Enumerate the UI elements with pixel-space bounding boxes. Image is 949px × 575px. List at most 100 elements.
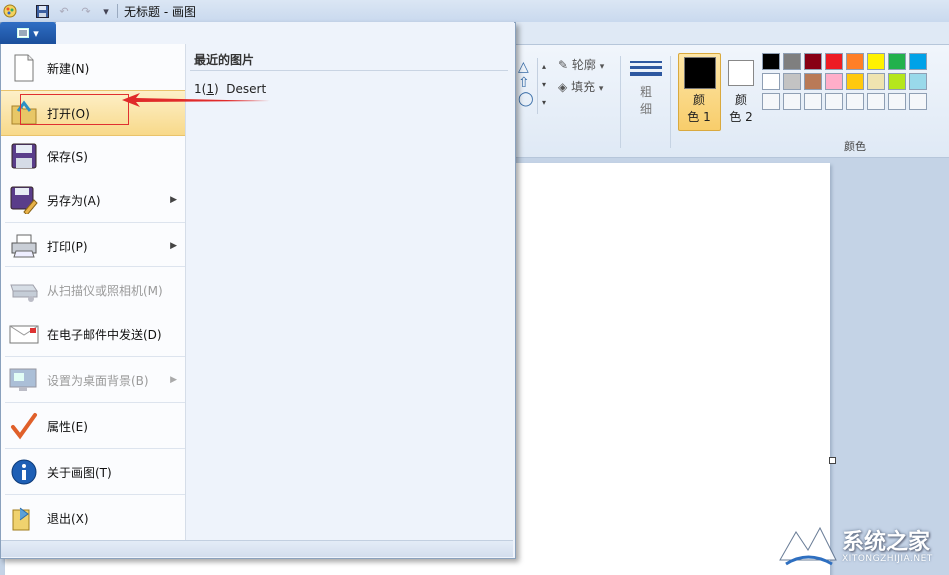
ribbon-divider — [670, 56, 671, 148]
outline-icon: ✎ — [558, 58, 569, 72]
watermark-subtext: XITONGZHIJIA.NET — [842, 554, 933, 564]
color2-label-bottom: 色 2 — [729, 110, 753, 124]
palette-color-swatch[interactable] — [846, 53, 864, 70]
menu-icon — [17, 28, 30, 38]
ribbon-divider — [620, 56, 621, 148]
outline-button[interactable]: ✎ 轮廓 ▾ — [558, 56, 604, 73]
palette-color-swatch[interactable] — [825, 73, 843, 90]
color1-label-bottom: 色 1 — [687, 110, 711, 124]
palette-color-swatch[interactable] — [909, 53, 927, 70]
palette-color-swatch[interactable] — [909, 73, 927, 90]
size-label-top: 粗 — [639, 85, 652, 99]
fill-label: 填充 — [571, 80, 596, 94]
size-button[interactable]: 粗 细 — [630, 58, 662, 118]
menu-item-new[interactable]: 新建(N) — [1, 46, 185, 90]
color1-swatch — [684, 57, 716, 89]
menu-item-save-as[interactable]: 另存为(A) ▶ — [1, 178, 185, 222]
new-file-icon — [9, 53, 39, 83]
menu-item-about[interactable]: 关于画图(T) — [1, 450, 185, 494]
palette-color-swatch[interactable] — [804, 53, 822, 70]
triangle-shape-icon[interactable]: △ — [518, 60, 534, 74]
submenu-arrow-icon: ▶ — [170, 195, 177, 205]
fill-bucket-icon: ◈ — [558, 80, 568, 94]
size-line-medium — [630, 66, 662, 69]
palette-color-swatch[interactable] — [762, 53, 780, 70]
scanner-icon — [9, 275, 39, 305]
palette-color-swatch[interactable] — [762, 93, 780, 110]
size-line-thin — [630, 61, 662, 63]
color2-button[interactable] — [728, 60, 754, 86]
window-title: 无标题 - 画图 — [124, 5, 196, 19]
info-icon — [9, 457, 39, 487]
recent-title-divider — [190, 70, 508, 71]
chevron-down-icon: ▾ — [599, 62, 605, 72]
fill-button[interactable]: ◈ 填充 ▾ — [558, 78, 603, 95]
menu-item-label: 在电子邮件中发送(D) — [47, 327, 162, 342]
palette-color-swatch[interactable] — [846, 93, 864, 110]
chevron-down-icon: ▾ — [598, 84, 604, 94]
save-disk-icon — [9, 141, 39, 171]
palette-color-swatch[interactable] — [867, 73, 885, 90]
palette-color-swatch[interactable] — [783, 53, 801, 70]
menu-item-save[interactable]: 保存(S) — [1, 134, 185, 178]
palette-color-swatch[interactable] — [804, 93, 822, 110]
color1-label-top: 颜 — [692, 93, 705, 107]
palette-color-swatch[interactable] — [783, 93, 801, 110]
palette-color-swatch[interactable] — [909, 93, 927, 110]
recent-pictures-panel — [186, 44, 513, 540]
paint-menu-button-active[interactable]: ▾ — [0, 22, 56, 44]
recent-pictures-title: 最近的图片 — [194, 53, 255, 67]
canvas-resize-handle[interactable] — [829, 457, 836, 464]
undo-icon[interactable]: ↶ — [56, 3, 72, 19]
menu-separator — [5, 266, 185, 267]
menu-item-properties[interactable]: 属性(E) — [1, 404, 185, 448]
menu-item-label: 从扫描仪或照相机(M) — [47, 283, 163, 298]
lasso-shape-icon[interactable]: ◯ — [518, 92, 534, 106]
app-menu-header — [56, 22, 514, 44]
palette-color-swatch[interactable] — [846, 73, 864, 90]
palette-row — [762, 93, 949, 110]
palette-color-swatch[interactable] — [783, 73, 801, 90]
palette-color-swatch[interactable] — [825, 53, 843, 70]
palette-color-swatch[interactable] — [888, 93, 906, 110]
size-label-bottom: 细 — [639, 102, 652, 116]
color2-label-top: 颜 — [734, 93, 747, 107]
menu-item-exit[interactable]: 退出(X) — [1, 496, 185, 540]
menu-item-set-desktop-background: 设置为桌面背景(B) ▶ — [1, 358, 185, 402]
menu-item-label: 关于画图(T) — [47, 465, 112, 480]
palette-color-swatch[interactable] — [888, 53, 906, 70]
paint-app-icon[interactable] — [2, 3, 18, 19]
watermark-logo-icon — [779, 526, 837, 566]
title-separator — [117, 4, 118, 18]
palette-color-swatch[interactable] — [762, 73, 780, 90]
customize-quick-access-icon[interactable]: ▾ — [98, 3, 114, 19]
quick-save-icon[interactable] — [34, 3, 50, 19]
desktop-background-icon — [9, 365, 39, 395]
menu-item-label: 退出(X) — [47, 511, 89, 526]
palette-color-swatch[interactable] — [804, 73, 822, 90]
menu-item-label: 保存(S) — [47, 149, 88, 164]
menu-item-send-email[interactable]: 在电子邮件中发送(D) — [1, 312, 185, 356]
scroll-down-icon[interactable]: ▾ — [538, 76, 550, 94]
scroll-up-icon[interactable]: ▴ — [538, 58, 550, 76]
watermark: 系统之家 XITONGZHIJIA.NET — [772, 518, 949, 575]
palette-color-swatch[interactable] — [867, 93, 885, 110]
outline-label: 轮廓 — [571, 58, 596, 72]
arrow-up-shape-icon[interactable]: ⇧ — [518, 76, 534, 90]
menu-footer — [1, 540, 513, 557]
chevron-down-icon: ▾ — [33, 26, 39, 40]
palette-color-swatch[interactable] — [825, 93, 843, 110]
menu-separator — [5, 402, 185, 403]
menu-item-label: 打印(P) — [47, 239, 88, 254]
printer-icon — [9, 231, 39, 261]
shapes-scroll[interactable]: ▴ ▾ ▾ — [537, 58, 550, 114]
scroll-more-icon[interactable]: ▾ — [538, 94, 550, 112]
color-palette — [762, 53, 949, 113]
palette-color-swatch[interactable] — [888, 73, 906, 90]
menu-item-print[interactable]: 打印(P) ▶ — [1, 224, 185, 268]
menu-item-label: 新建(N) — [47, 61, 90, 76]
palette-row — [762, 53, 949, 70]
redo-icon[interactable]: ↷ — [78, 3, 94, 19]
palette-color-swatch[interactable] — [867, 53, 885, 70]
submenu-arrow-icon: ▶ — [170, 241, 177, 251]
